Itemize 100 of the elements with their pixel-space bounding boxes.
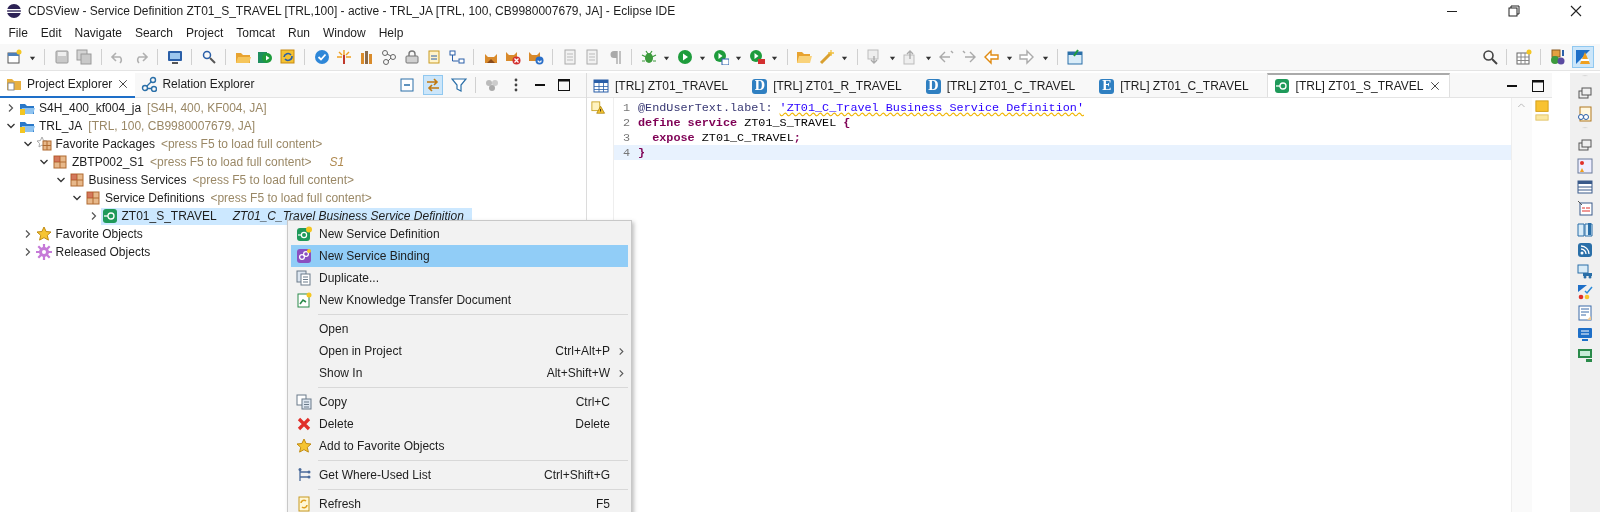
window-title: CDSView - Service Definition ZT01_S_TRAVEL [TRL,100] - active - TRL_JA [TRL, 100, CB9980007679, JA] - Eclipse IDE (28, 4, 677, 18)
run-icon[interactable] (676, 49, 693, 65)
chevron-right-icon[interactable] (6, 103, 16, 113)
collapse-all-icon[interactable] (399, 77, 415, 93)
menu-item[interactable]: File (2, 23, 35, 43)
overview-marker-icon (1535, 100, 1549, 121)
service-icon (101, 208, 118, 224)
run-config-icon[interactable] (712, 49, 729, 65)
search-icon[interactable] (1481, 49, 1498, 65)
maximize-icon[interactable] (556, 77, 572, 93)
menu-item[interactable]: Delete Delete (291, 413, 628, 435)
map-sheet-icon[interactable] (1577, 158, 1593, 174)
form-icon[interactable] (1577, 200, 1593, 216)
links-icon (296, 248, 312, 264)
editor-tab[interactable]: E [TRL] ZT01_C_TRAVEL (1093, 73, 1257, 97)
menu-item[interactable]: Get Where-Used List Ctrl+Shift+G (291, 464, 628, 486)
check-icon[interactable] (313, 49, 330, 65)
menu-item[interactable]: Search (128, 23, 180, 43)
monitor-icon[interactable] (166, 49, 183, 65)
menu-item[interactable]: Copy Ctrl+C (291, 391, 628, 413)
maximize-icon[interactable] (1530, 78, 1546, 94)
back-arrow-icon[interactable] (983, 49, 999, 65)
menu-item[interactable]: Navigate (68, 23, 129, 43)
view-tab[interactable]: Project Explorer (0, 72, 136, 98)
chevron-down-icon[interactable] (39, 157, 49, 167)
restore-icon[interactable] (1577, 137, 1593, 153)
document-add-icon (296, 292, 312, 308)
menu-item[interactable]: Edit (34, 23, 69, 43)
restore-icon[interactable] (1506, 3, 1522, 19)
notebook-icon[interactable] (1577, 106, 1593, 122)
table-icon[interactable] (1577, 179, 1593, 195)
menu-item[interactable]: New Service Definition (291, 223, 628, 245)
menu-item[interactable]: New Knowledge Transfer Document (291, 289, 628, 311)
bars-icon[interactable] (358, 49, 375, 65)
monitor-add-icon[interactable] (1577, 347, 1593, 363)
editor-tab[interactable]: [TRL] ZT01_S_TRAVEL (1266, 73, 1451, 97)
book-icon[interactable] (1577, 221, 1593, 237)
menu-item[interactable]: Duplicate... (291, 267, 628, 289)
cat-restart-icon[interactable] (527, 49, 544, 65)
tree-item[interactable]: Favorite Packages <press F5 to load full content> (34, 135, 325, 153)
truck-icon[interactable] (1577, 263, 1593, 279)
table-icon (593, 78, 609, 94)
tree-item[interactable]: Service Definitions <press F5 to load full content> (84, 189, 374, 207)
type-badge: E (1099, 78, 1115, 94)
menu-item[interactable]: Tomcat (229, 23, 282, 43)
close-icon[interactable] (1429, 80, 1442, 92)
tree-item[interactable]: Released Objects (34, 243, 153, 261)
tasks-icon[interactable] (1577, 284, 1593, 300)
tree-item[interactable]: ZBTP002_S1 <press F5 to load full content> S1 (51, 153, 347, 171)
menu-item[interactable]: Refresh F5 (291, 493, 628, 512)
run-external-icon[interactable] (748, 49, 765, 65)
new-file-icon[interactable] (6, 49, 22, 65)
tree-item[interactable]: S4H_400_kf004_ja [S4H, 400, KF004, JA] (18, 99, 269, 117)
code-text: } (638, 145, 646, 160)
menu-item[interactable]: Add to Favorite Objects (291, 435, 628, 457)
tree-item[interactable]: TRL_JA [TRL, 100, CB9980007679, JA] (18, 117, 258, 135)
open-perspective-icon[interactable] (1515, 49, 1532, 65)
restore-icon[interactable] (1577, 85, 1593, 101)
java-perspective-icon[interactable] (1549, 49, 1566, 65)
monitor-icon[interactable] (1577, 326, 1593, 342)
menu-item[interactable]: Show In Alt+Shift+W (291, 362, 628, 384)
chevron-down-icon[interactable] (6, 121, 16, 131)
chevron-down-icon[interactable] (55, 175, 66, 185)
lock-icon[interactable] (403, 49, 420, 65)
code-text: @EndUserText.label: 'ZT01_C_Travel Business Service Definition' (638, 100, 1084, 115)
menu-item[interactable]: Run (281, 23, 317, 43)
menu-item[interactable]: Open in Project Ctrl+Alt+P (291, 340, 628, 362)
editor-tab[interactable]: [TRL] ZT01_TRAVEL (587, 73, 737, 97)
spark-icon[interactable] (336, 49, 352, 65)
bug-icon[interactable] (640, 49, 657, 65)
refresh-box-icon[interactable] (279, 49, 296, 65)
cat-stop-icon[interactable] (505, 49, 521, 65)
link-editor-button[interactable] (423, 75, 443, 95)
chevron-down-icon[interactable] (22, 139, 33, 149)
abap-perspective-button[interactable] (1572, 46, 1594, 68)
menu-item[interactable]: Project (179, 23, 230, 43)
folder-icon (6, 76, 22, 92)
diagram-icon[interactable] (448, 49, 465, 65)
tree-item[interactable]: Favorite Objects (34, 225, 145, 243)
nodes-icon[interactable] (381, 49, 397, 65)
tree-lines-icon (296, 467, 312, 483)
menu-item[interactable]: New Service Binding (291, 245, 628, 267)
close-icon[interactable] (1568, 3, 1584, 19)
editor-tab[interactable]: D [TRL] ZT01_R_TRAVEL (746, 73, 910, 97)
star-package-icon (35, 136, 52, 152)
view-tab[interactable]: Relation Explorer (135, 72, 261, 98)
pin-editor-icon[interactable] (1066, 49, 1083, 65)
menu-item[interactable]: Window (316, 23, 373, 43)
menu-item[interactable]: Open (291, 318, 628, 340)
run-page-icon[interactable] (257, 49, 273, 65)
arrows-icon (425, 77, 441, 93)
chevron-down-icon[interactable] (72, 193, 82, 203)
editor-tab[interactable]: D [TRL] ZT01_C_TRAVEL (919, 73, 1084, 97)
code-text: define service ZT01_S_TRAVEL { (638, 115, 851, 130)
package-icon (68, 172, 85, 188)
filter-icon[interactable] (451, 77, 467, 93)
close-icon[interactable] (117, 78, 130, 90)
feed-icon[interactable] (1577, 242, 1593, 258)
tree-item[interactable]: Business Services <press F5 to load full content> (67, 171, 356, 189)
menu-item[interactable]: Help (372, 23, 410, 43)
